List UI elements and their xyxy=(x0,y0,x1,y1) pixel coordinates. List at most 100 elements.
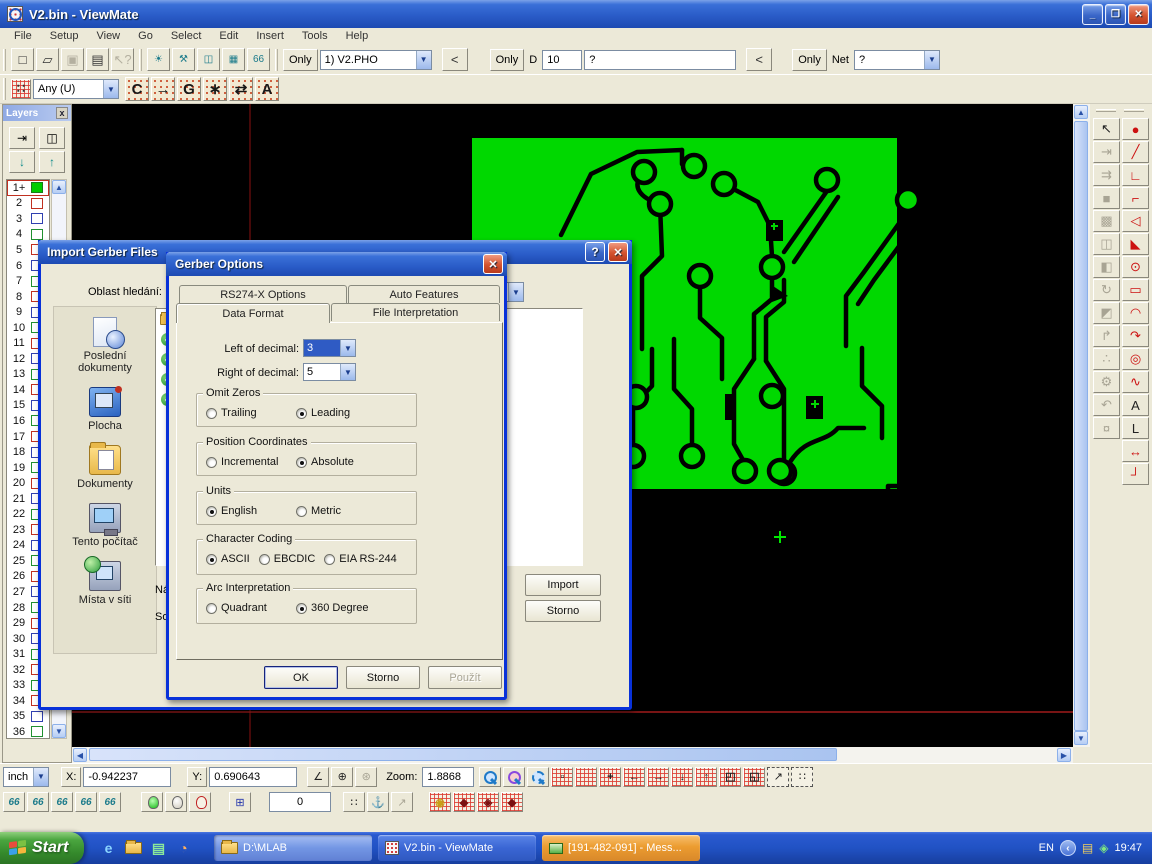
move-layer-up-button[interactable]: ↑ xyxy=(39,151,65,173)
zoom-grid-icon[interactable] xyxy=(503,767,525,787)
radio-option[interactable]: ASCII xyxy=(206,553,250,565)
label-tool[interactable]: L xyxy=(1122,417,1149,439)
radio-option[interactable]: English xyxy=(206,505,296,517)
chevron-down-icon[interactable]: ▼ xyxy=(103,80,118,98)
layer-row[interactable]: 36 xyxy=(7,724,49,739)
layer-outline-icon[interactable] xyxy=(189,792,211,812)
arc-segment-tool[interactable]: ◁ xyxy=(1122,210,1149,232)
scroll-left-icon[interactable]: ◀ xyxy=(73,748,87,762)
x-coordinate-field[interactable]: -0.942237 xyxy=(83,767,171,787)
goto-arrow-button[interactable]: → xyxy=(151,77,175,101)
layer-row[interactable]: 1+ xyxy=(7,180,49,196)
triangle-tool[interactable]: ◣ xyxy=(1122,233,1149,255)
layer-color-swatch[interactable] xyxy=(31,213,43,224)
layer-off-icon[interactable] xyxy=(165,792,187,812)
fill-pattern-tool[interactable]: ▩ xyxy=(1093,210,1120,232)
window-select-icon[interactable]: ↗ xyxy=(767,767,789,787)
scale-tool[interactable]: ◩ xyxy=(1093,302,1120,324)
menu-item[interactable]: File xyxy=(5,29,41,44)
gcode-button[interactable]: G xyxy=(177,77,201,101)
dot-select-icon[interactable]: ∷ xyxy=(791,767,813,787)
new-file-icon[interactable]: □ xyxy=(11,48,34,71)
y-coordinate-field[interactable]: 0.690643 xyxy=(209,767,297,787)
dcode-film-icon[interactable]: ◫ xyxy=(197,48,220,71)
layer-color-swatch[interactable] xyxy=(31,229,43,240)
pad-tool[interactable]: ● xyxy=(1122,118,1149,140)
elbow-tool[interactable]: ┘ xyxy=(1122,463,1149,485)
highlight-icon[interactable]: ☀ xyxy=(147,48,170,71)
view-all-icon[interactable]: 66 xyxy=(99,792,121,812)
zoom-prev-icon[interactable]: ◰ xyxy=(719,767,741,787)
menu-item[interactable]: Select xyxy=(162,29,211,44)
send-to-layer-button[interactable]: ⇥ xyxy=(9,127,35,149)
radio-option[interactable]: EIA RS-244 xyxy=(324,553,396,565)
text-tool[interactable]: A xyxy=(1122,394,1149,416)
layer-color-swatch[interactable] xyxy=(31,198,43,209)
dcode-query-field[interactable]: ? xyxy=(584,50,736,70)
move-layer-down-button[interactable]: ↓ xyxy=(9,151,35,173)
chevron-down-icon[interactable]: ▼ xyxy=(340,364,355,380)
layer-row[interactable]: 35 xyxy=(7,709,49,725)
cancel-button[interactable]: Storno xyxy=(346,666,420,689)
pan-right-icon[interactable]: → xyxy=(647,767,669,787)
help-icon[interactable]: ? xyxy=(585,242,605,262)
chevron-down-icon[interactable]: ▼ xyxy=(33,768,48,786)
flash-button[interactable]: ∗ xyxy=(203,77,227,101)
width-tool[interactable]: ↔ xyxy=(1122,440,1149,462)
layer-select-combo[interactable]: 1) V2.PHO ▼ xyxy=(320,50,432,70)
scroll-down-icon[interactable]: ▼ xyxy=(1074,731,1088,745)
menu-item[interactable]: Help xyxy=(337,29,378,44)
jump-ref-icon[interactable]: ↗ xyxy=(391,792,413,812)
view-traces-icon[interactable]: 66 xyxy=(27,792,49,812)
radio-option[interactable]: Trailing xyxy=(206,407,296,419)
chevron-down-icon[interactable]: ▼ xyxy=(416,51,431,69)
radio-option[interactable]: 360 Degree xyxy=(296,602,386,614)
tray-collapse-icon[interactable]: ‹ xyxy=(1060,840,1076,856)
only-dcode-button[interactable]: Only xyxy=(490,49,525,71)
scroll-up-icon[interactable]: ▲ xyxy=(1074,105,1088,119)
arc-tool[interactable]: ◠ xyxy=(1122,302,1149,324)
pan-down-icon[interactable]: ↓ xyxy=(671,767,693,787)
radio-option[interactable]: Quadrant xyxy=(206,602,296,614)
view-polygons-icon[interactable]: 66 xyxy=(75,792,97,812)
fill-solid-tool[interactable]: ■ xyxy=(1093,187,1120,209)
grid-origin-icon[interactable]: + xyxy=(599,767,621,787)
task-mlab[interactable]: D:\MLAB xyxy=(214,835,372,861)
colors-icon[interactable]: ▦ xyxy=(222,48,245,71)
canvas-hscrollbar[interactable]: ◀ ▶ xyxy=(72,747,1073,763)
trace-tool[interactable]: ╱ xyxy=(1122,141,1149,163)
close-icon[interactable]: ✕ xyxy=(608,242,628,262)
menu-item[interactable]: Tools xyxy=(293,29,337,44)
tray-messenger-icon[interactable]: ▤ xyxy=(1082,841,1093,855)
dcode-grid-icon[interactable]: ∷ xyxy=(11,79,31,99)
minimize-button[interactable]: _ xyxy=(1082,4,1103,25)
layer-transfer-button[interactable]: ◫ xyxy=(39,127,65,149)
print-icon[interactable]: ▤ xyxy=(86,48,109,71)
close-icon[interactable]: x xyxy=(56,107,68,119)
move-vertex-tool[interactable]: ∴ xyxy=(1093,348,1120,370)
menu-item[interactable]: Go xyxy=(129,29,162,44)
radio-option[interactable]: Leading xyxy=(296,407,386,419)
zoom-sel-icon[interactable]: ◱ xyxy=(743,767,765,787)
tab-rs274x-options[interactable]: RS274-X Options xyxy=(179,285,347,303)
task-messenger[interactable]: [191-482-091] - Mess... xyxy=(542,835,700,861)
transfer-layer-tool[interactable]: ⇥ xyxy=(1093,141,1120,163)
context-help-icon[interactable]: ↖? xyxy=(111,48,134,71)
mirror-tool[interactable]: ◫ xyxy=(1093,233,1120,255)
cancel-button[interactable]: Storno xyxy=(525,600,601,622)
scroll-up-icon[interactable]: ▲ xyxy=(52,180,66,194)
move-element-tool[interactable]: ↱ xyxy=(1093,325,1120,347)
layer-color-swatch[interactable] xyxy=(31,182,43,193)
corner-trace-tool[interactable]: ∟ xyxy=(1122,164,1149,186)
zoom-value-field[interactable]: 1.8868 xyxy=(422,767,474,787)
start-button[interactable]: Start xyxy=(0,832,84,864)
language-indicator[interactable]: EN xyxy=(1039,842,1054,854)
rotate-tool[interactable]: ↻ xyxy=(1093,279,1120,301)
layer-on-icon[interactable] xyxy=(141,792,163,812)
radio-option[interactable]: Incremental xyxy=(206,456,296,468)
route-tool[interactable]: ⌐ xyxy=(1122,187,1149,209)
firefox-icon[interactable]: ◔ xyxy=(175,840,192,857)
chevron-down-icon[interactable]: ▼ xyxy=(508,283,523,301)
pad-diamond-dot-icon[interactable]: ◆ xyxy=(501,792,523,812)
open-file-icon[interactable]: ▱ xyxy=(36,48,59,71)
